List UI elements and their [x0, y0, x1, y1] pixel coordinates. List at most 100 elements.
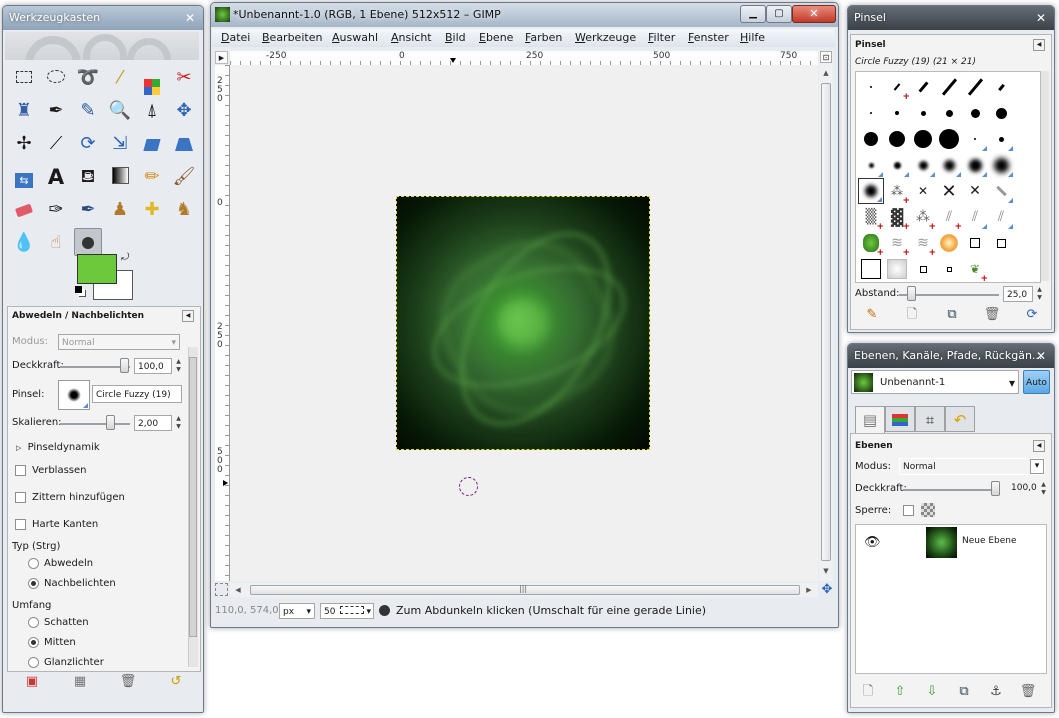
close-icon[interactable]: ✕	[1034, 349, 1048, 363]
bucket-fill-tool[interactable]: ⛾	[74, 163, 102, 191]
menu-bearbeiten[interactable]: Bearbeiten	[262, 29, 322, 47]
shear-tool[interactable]	[138, 130, 166, 158]
scale-spin[interactable]: ▲ ▼	[174, 415, 183, 431]
rect-select-tool[interactable]	[10, 64, 38, 92]
perspective-clone-tool[interactable]: ♞	[170, 196, 198, 224]
crop-tool[interactable]: ⟋	[42, 130, 70, 158]
refresh-brushes-icon[interactable]: ⟳	[1023, 307, 1041, 323]
toolbox-titlebar[interactable]: Werkzeugkasten ✕	[3, 6, 203, 30]
layer-mode-select[interactable]: Normal ▾	[899, 458, 1045, 475]
panel-menu-icon[interactable]: ◀	[1033, 440, 1045, 452]
close-icon[interactable]: ✕	[1034, 11, 1048, 25]
fade-checkbox[interactable]	[15, 465, 26, 476]
canvas-vscrollbar[interactable]: ⊡ ▲ ▼	[819, 51, 833, 581]
perspective-tool[interactable]	[170, 130, 198, 158]
duplicate-layer-icon[interactable]: ⧉	[955, 684, 973, 700]
tab-paths[interactable]: ⌗	[915, 406, 945, 432]
swap-colors-icon[interactable]: ⤾	[121, 252, 129, 263]
menu-filter[interactable]: Filter	[648, 29, 675, 47]
image-titlebar[interactable]: *Unbenannt-1.0 (RGB, 1 Ebene) 512x512 – …	[211, 3, 838, 27]
airbrush-tool[interactable]: ✑	[42, 196, 70, 224]
tab-layers[interactable]: ▤	[855, 406, 885, 433]
spacing-input[interactable]: 25,0	[1003, 286, 1033, 302]
menu-farben[interactable]: Farben	[525, 29, 562, 47]
scroll-left-arrow[interactable]: ◀	[232, 584, 244, 596]
opacity-slider-knob[interactable]	[120, 358, 129, 373]
scroll-down-arrow[interactable]: ▼	[820, 565, 832, 577]
scale-input[interactable]: 2,00	[134, 415, 172, 431]
measure-tool[interactable]: ⍋	[138, 97, 166, 125]
quick-mask-toggle[interactable]	[215, 583, 228, 596]
vscroll-thumb[interactable]	[821, 83, 831, 561]
menu-ansicht[interactable]: Ansicht	[391, 29, 432, 47]
hscroll-thumb[interactable]: |||	[250, 584, 800, 595]
raise-layer-icon[interactable]: ⇧	[891, 684, 909, 700]
blur-sharpen-tool[interactable]: 💧	[10, 229, 38, 257]
heal-tool[interactable]: ✚	[138, 196, 166, 224]
range-highlights-radio[interactable]	[28, 657, 39, 668]
close-icon[interactable]: ✕	[183, 11, 197, 25]
rotate-tool[interactable]: ⟳	[74, 130, 102, 158]
scale-tool[interactable]: ⇲	[106, 130, 134, 158]
smudge-tool[interactable]: ☝	[42, 229, 70, 257]
navigate-icon[interactable]: ✥	[820, 583, 834, 597]
paintbrush-tool[interactable]: 🖌	[170, 163, 198, 191]
horizontal-ruler[interactable]: -250 0 250 500 750	[230, 51, 818, 66]
tab-channels[interactable]	[885, 406, 915, 432]
scale-slider-knob[interactable]	[106, 415, 115, 430]
opacity-spin[interactable]: ▲ ▼	[174, 358, 183, 374]
options-menu-icon[interactable]: ◀	[182, 310, 194, 322]
restore-options-icon[interactable]: ▦	[71, 674, 89, 690]
image-selector[interactable]: Unbenannt-1 ▾	[851, 370, 1019, 394]
zoom-tool[interactable]: 🔍	[106, 97, 134, 125]
menu-bild[interactable]: Bild	[445, 29, 466, 47]
zoom-select[interactable]: 50 ▾	[320, 603, 374, 619]
brush-grid-scrollbar[interactable]	[1041, 71, 1049, 281]
hard-edge-checkbox[interactable]	[15, 519, 26, 530]
menu-werkzeuge[interactable]: Werkzeuge	[575, 29, 636, 47]
select-by-color-tool[interactable]	[138, 64, 166, 92]
type-burn-radio[interactable]	[28, 578, 39, 589]
lock-pixels-checkbox[interactable]	[903, 505, 914, 516]
menu-datei[interactable]: Datei	[221, 29, 250, 47]
color-picker-tool[interactable]: ✎	[74, 97, 102, 125]
canvas-hscrollbar[interactable]: ◀ ||| ▶	[230, 583, 818, 597]
new-layer-icon[interactable]: 🗋	[859, 684, 877, 700]
layers-titlebar[interactable]: Ebenen, Kanäle, Pfade, Rückgän... ✕	[848, 344, 1054, 368]
range-midtones-radio[interactable]	[28, 637, 39, 648]
zoom-to-fit-icon[interactable]: ⊡	[820, 51, 832, 63]
paths-tool[interactable]: ✒	[42, 97, 70, 125]
flip-tool[interactable]: ⇆	[10, 163, 38, 191]
ruler-corner-button[interactable]: ▶	[215, 51, 228, 64]
brushes-titlebar[interactable]: Pinsel ✕	[848, 6, 1054, 30]
minimize-button[interactable]: ▁	[740, 5, 766, 23]
options-scrollbar[interactable]	[188, 347, 198, 667]
edit-brush-icon[interactable]: ✎	[863, 307, 881, 323]
menu-auswahl[interactable]: Auswahl	[332, 29, 378, 47]
jitter-checkbox[interactable]	[15, 492, 26, 503]
layer-opacity-value[interactable]: 100,0	[1011, 483, 1037, 493]
spacing-slider-knob[interactable]	[907, 286, 916, 301]
range-shadows-radio[interactable]	[28, 617, 39, 628]
menu-fenster[interactable]: Fenster	[688, 29, 729, 47]
type-dodge-radio[interactable]	[28, 558, 39, 569]
image-layer[interactable]	[396, 196, 650, 450]
lower-layer-icon[interactable]: ⇩	[923, 684, 941, 700]
mode-select[interactable]: Normal ▾	[58, 334, 180, 350]
menu-ebene[interactable]: Ebene	[479, 29, 513, 47]
clone-tool[interactable]: ♟	[106, 196, 134, 224]
scrollbar-thumb[interactable]	[189, 357, 197, 637]
delete-brush-icon[interactable]: 🗑	[983, 307, 1001, 323]
unit-select[interactable]: px ▾	[279, 603, 315, 619]
panel-menu-icon[interactable]: ◀	[1033, 39, 1045, 51]
canvas-area[interactable]	[230, 65, 818, 581]
scale-slider[interactable]	[60, 423, 130, 425]
spacing-spin[interactable]: ▲ ▼	[1035, 286, 1044, 302]
layer-opacity-spin[interactable]: ▲ ▼	[1039, 481, 1048, 497]
ellipse-select-tool[interactable]	[42, 64, 70, 92]
maximize-button[interactable]: ▢	[766, 5, 792, 23]
brush-grid[interactable]: + ⁂ + ✕ ✕ ✕ ▒ + ▓ + ⁂ + ⫽ + ⫽ ⫽ + ≋ + ≋ …	[855, 71, 1041, 284]
layer-name[interactable]: Neue Ebene	[962, 536, 1017, 546]
reset-options-icon[interactable]: ↺	[167, 674, 185, 690]
foreground-select-tool[interactable]: ♜	[10, 97, 38, 125]
